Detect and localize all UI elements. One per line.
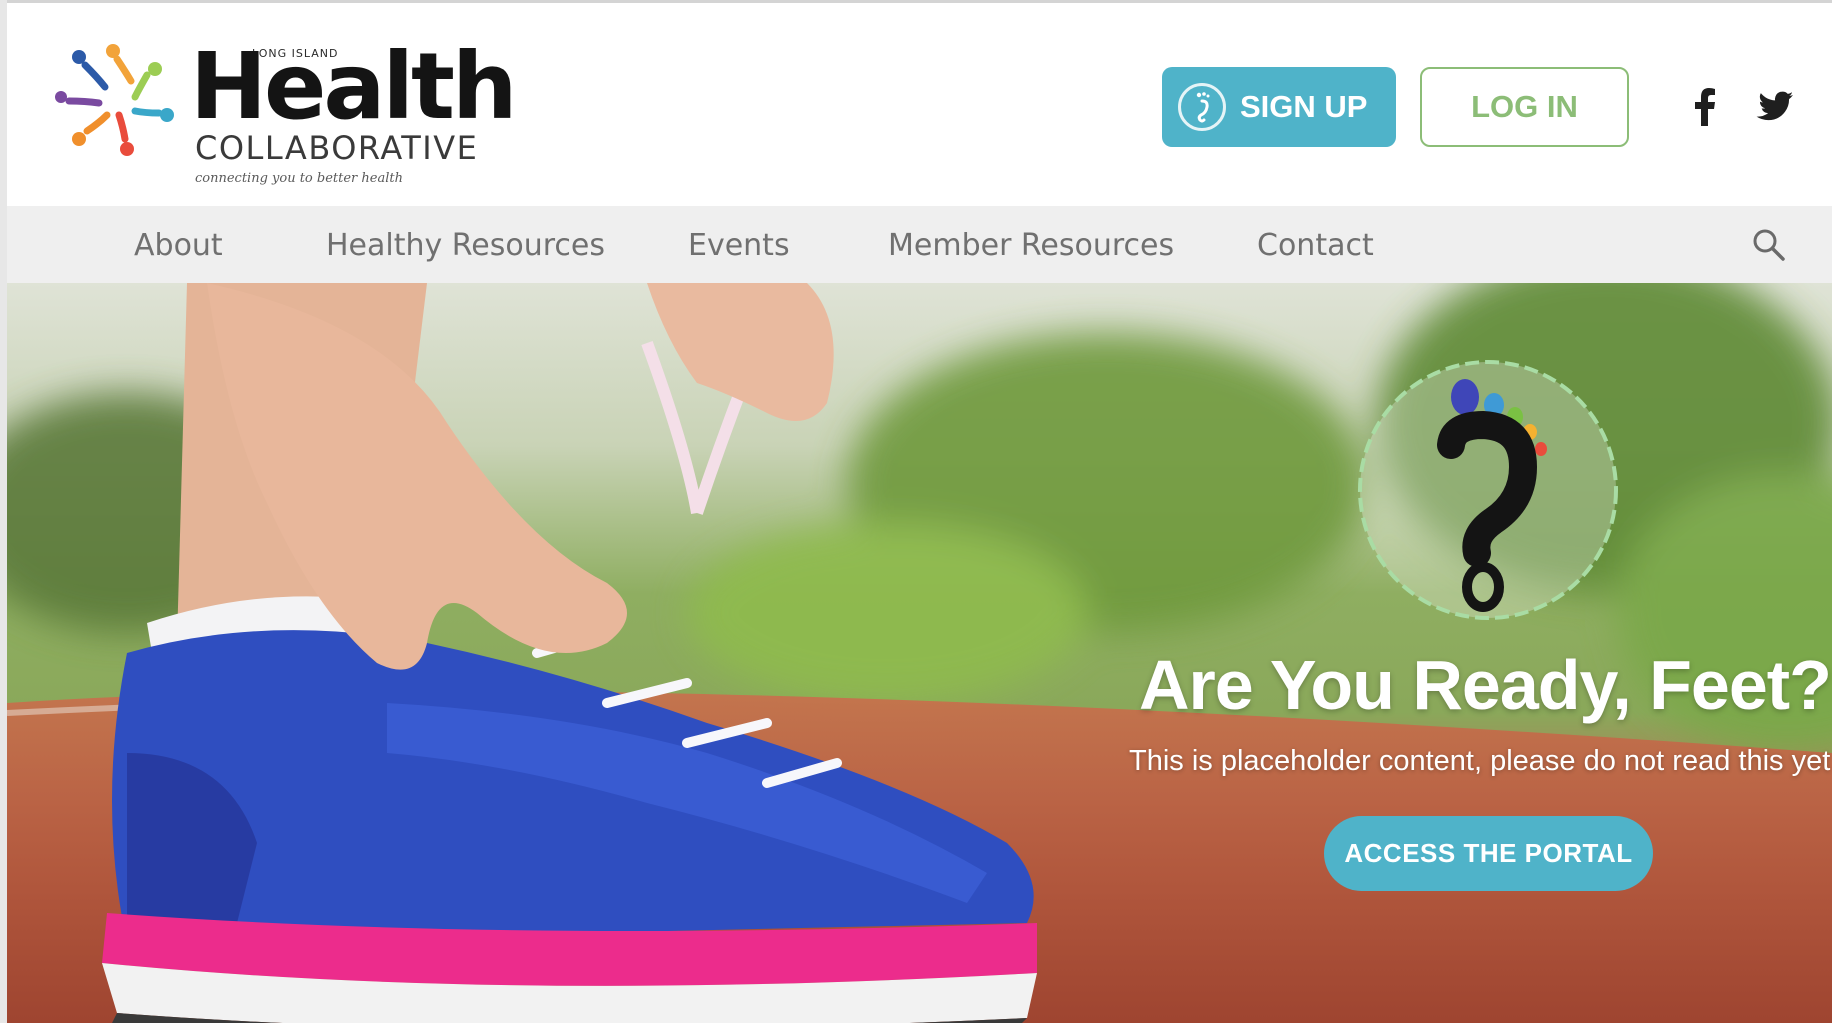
access-portal-button[interactable]: ACCESS THE PORTAL	[1324, 816, 1653, 891]
left-edge	[0, 0, 7, 1023]
feet-question-badge-icon	[1358, 360, 1618, 620]
main-nav: About Healthy Resources Events Member Re…	[7, 206, 1832, 283]
facebook-icon[interactable]	[1683, 85, 1727, 129]
hero-title: Are You Ready, Feet?	[1139, 646, 1832, 724]
site-header: LONG ISLAND Health COLLABORATIVE connect…	[7, 3, 1832, 206]
site-logo[interactable]: LONG ISLAND Health COLLABORATIVE connect…	[55, 31, 517, 191]
nav-item-about[interactable]: About	[134, 228, 223, 263]
sign-up-label: SIGN UP	[1240, 89, 1368, 124]
search-icon[interactable]	[1752, 228, 1786, 262]
log-in-button[interactable]: LOG IN	[1420, 67, 1629, 147]
sign-up-button[interactable]: SIGN UP	[1162, 67, 1396, 147]
log-in-label: LOG IN	[1471, 89, 1578, 124]
nav-item-member-resources[interactable]: Member Resources	[888, 228, 1174, 263]
footprint-icon	[1178, 83, 1226, 131]
nav-item-contact[interactable]: Contact	[1257, 228, 1374, 263]
nav-item-healthy-resources[interactable]: Healthy Resources	[326, 228, 605, 263]
access-portal-label: ACCESS THE PORTAL	[1344, 838, 1633, 868]
hero-subtitle: This is placeholder content, please do n…	[1129, 745, 1831, 777]
nav-item-events[interactable]: Events	[688, 228, 790, 263]
logo-mark-icon	[55, 44, 174, 156]
hero-banner: Are You Ready, Feet? This is placeholder…	[7, 283, 1832, 1023]
logo-tagline: connecting you to better health	[195, 171, 403, 186]
logo-subname: COLLABORATIVE	[195, 129, 479, 167]
logo-name: Health	[190, 33, 517, 140]
twitter-icon[interactable]	[1752, 85, 1796, 129]
